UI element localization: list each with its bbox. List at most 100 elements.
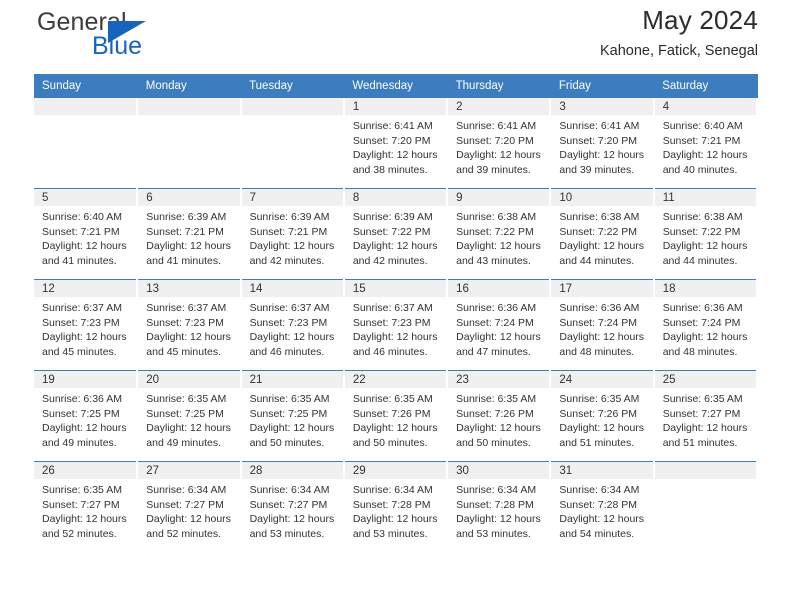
calendar-day-cell[interactable]: 17 Sunrise: 6:36 AM Sunset: 7:24 PM Dayligh… (550, 279, 655, 371)
sunrise-text: Sunrise: 6:35 AM (249, 393, 330, 405)
calendar-day-cell[interactable]: 13 Sunrise: 6:37 AM Sunset: 7:23 PM Dayligh… (137, 279, 242, 371)
day-number: 7 (241, 189, 343, 206)
daylight-text: Daylight: 12 hours and 49 minutes. (146, 422, 231, 449)
calendar-day-cell[interactable]: 5 Sunrise: 6:40 AM Sunset: 7:21 PM Daylight… (34, 188, 139, 280)
sunrise-text: Sunrise: 6:37 AM (249, 302, 330, 314)
day-details: Sunrise: 6:34 AM Sunset: 7:27 PM Daylight:… (242, 479, 343, 541)
calendar-day-cell[interactable]: 24 Sunrise: 6:35 AM Sunset: 7:26 PM Dayligh… (550, 370, 655, 462)
day-cell-content: 6 Sunrise: 6:39 AM Sunset: 7:21 PM Daylight… (138, 189, 240, 279)
sunrise-text: Sunrise: 6:41 AM (559, 120, 640, 132)
day-number: 29 (344, 462, 447, 479)
calendar-day-cell[interactable]: 6 Sunrise: 6:39 AM Sunset: 7:21 PM Daylight… (137, 188, 242, 280)
calendar-day-cell[interactable]: 22 Sunrise: 6:35 AM Sunset: 7:26 PM Dayligh… (343, 370, 449, 462)
day-number: 5 (34, 189, 137, 206)
day-number: 10 (551, 189, 653, 206)
day-number: 28 (241, 462, 343, 479)
calendar-day-cell[interactable]: 21 Sunrise: 6:35 AM Sunset: 7:25 PM Dayligh… (240, 370, 345, 462)
calendar-day-cell[interactable]: 23 Sunrise: 6:35 AM Sunset: 7:26 PM Dayligh… (447, 370, 552, 462)
day-cell-content: 28 Sunrise: 6:34 AM Sunset: 7:27 PM Dayligh… (241, 462, 343, 552)
calendar-day-cell[interactable]: 30 Sunrise: 6:34 AM Sunset: 7:28 PM Dayligh… (447, 461, 552, 552)
day-details: Sunrise: 6:34 AM Sunset: 7:28 PM Daylight:… (448, 479, 549, 541)
day-details: Sunrise: 6:40 AM Sunset: 7:21 PM Daylight:… (34, 206, 136, 268)
day-details: Sunrise: 6:38 AM Sunset: 7:22 PM Daylight:… (448, 206, 549, 268)
sunrise-text: Sunrise: 6:40 AM (42, 211, 122, 223)
daylight-text: Daylight: 12 hours and 53 minutes. (456, 513, 541, 540)
day-cell-content: 19 Sunrise: 6:36 AM Sunset: 7:25 PM Dayligh… (34, 371, 137, 461)
day-details: Sunrise: 6:34 AM Sunset: 7:28 PM Daylight:… (551, 479, 652, 541)
day-cell-content: 18 Sunrise: 6:36 AM Sunset: 7:24 PM Dayligh… (654, 280, 756, 370)
calendar-day-cell[interactable]: 4 Sunrise: 6:40 AM Sunset: 7:21 PM Daylight… (653, 98, 759, 189)
daylight-text: Daylight: 12 hours and 40 minutes. (662, 149, 748, 176)
calendar-day-cell[interactable]: 20 Sunrise: 6:35 AM Sunset: 7:25 PM Dayligh… (137, 370, 242, 462)
calendar-day-cell[interactable]: 19 Sunrise: 6:36 AM Sunset: 7:25 PM Dayligh… (34, 370, 139, 462)
calendar-day-cell[interactable]: 7 Sunrise: 6:39 AM Sunset: 7:21 PM Daylight… (240, 188, 345, 280)
title-block: May 2024 Kahone, Fatick, Senegal (600, 4, 758, 62)
day-details: Sunrise: 6:41 AM Sunset: 7:20 PM Daylight:… (551, 115, 652, 177)
calendar-day-cell[interactable]: 14 Sunrise: 6:37 AM Sunset: 7:23 PM Dayligh… (240, 279, 345, 371)
sunrise-text: Sunrise: 6:35 AM (456, 393, 537, 405)
day-number: 31 (551, 462, 653, 479)
daylight-text: Daylight: 12 hours and 45 minutes. (42, 331, 127, 358)
calendar-day-cell[interactable]: 15 Sunrise: 6:37 AM Sunset: 7:23 PM Dayligh… (343, 279, 449, 371)
calendar-day-cell[interactable]: 16 Sunrise: 6:36 AM Sunset: 7:24 PM Dayligh… (447, 279, 552, 371)
daylight-text: Daylight: 12 hours and 46 minutes. (249, 331, 335, 358)
sunset-text: Sunset: 7:20 PM (559, 134, 638, 147)
logo-text-blue: Blue (92, 32, 143, 60)
daylight-text: Daylight: 12 hours and 39 minutes. (559, 149, 645, 176)
sunset-text: Sunset: 7:21 PM (249, 225, 328, 238)
calendar-day-cell[interactable]: 1 Sunrise: 6:41 AM Sunset: 7:20 PM Daylight… (343, 98, 449, 189)
calendar-day-cell[interactable]: 27 Sunrise: 6:34 AM Sunset: 7:27 PM Dayligh… (137, 461, 242, 552)
sunset-text: Sunset: 7:26 PM (456, 407, 534, 420)
sunset-text: Sunset: 7:23 PM (249, 316, 328, 329)
day-details: Sunrise: 6:35 AM Sunset: 7:26 PM Daylight:… (345, 388, 446, 450)
calendar-week-row: 19 Sunrise: 6:36 AM Sunset: 7:25 PM Dayligh… (34, 370, 759, 462)
day-details: Sunrise: 6:34 AM Sunset: 7:28 PM Daylight:… (345, 479, 446, 541)
calendar-day-cell[interactable]: 26 Sunrise: 6:35 AM Sunset: 7:27 PM Dayligh… (34, 461, 139, 552)
day-number: 19 (34, 371, 137, 388)
sunrise-text: Sunrise: 6:38 AM (456, 211, 537, 223)
calendar-day-cell[interactable]: 9 Sunrise: 6:38 AM Sunset: 7:22 PM Daylight… (447, 188, 552, 280)
day-details: Sunrise: 6:37 AM Sunset: 7:23 PM Daylight:… (242, 297, 343, 359)
logo[interactable]: General Blue (34, 8, 224, 66)
calendar-day-cell[interactable]: 28 Sunrise: 6:34 AM Sunset: 7:27 PM Dayligh… (240, 461, 345, 552)
day-number: 21 (241, 371, 343, 388)
sunset-text: Sunset: 7:22 PM (559, 225, 638, 238)
day-number: 9 (448, 189, 550, 206)
day-cell-content: 2 Sunrise: 6:41 AM Sunset: 7:20 PM Daylight… (448, 98, 550, 188)
calendar-week-row: 5 Sunrise: 6:40 AM Sunset: 7:21 PM Daylight… (34, 188, 759, 280)
calendar-day-cell[interactable]: 2 Sunrise: 6:41 AM Sunset: 7:20 PM Daylight… (447, 98, 552, 189)
calendar-day-cell[interactable]: 29 Sunrise: 6:34 AM Sunset: 7:28 PM Dayligh… (343, 461, 449, 552)
sunrise-text: Sunrise: 6:36 AM (42, 393, 122, 405)
calendar-day-cell[interactable]: 25 Sunrise: 6:35 AM Sunset: 7:27 PM Dayligh… (653, 370, 759, 462)
sunset-text: Sunset: 7:25 PM (146, 407, 224, 420)
day-number: 22 (344, 371, 447, 388)
sunset-text: Sunset: 7:24 PM (662, 316, 741, 329)
daylight-text: Daylight: 12 hours and 52 minutes. (42, 513, 127, 540)
calendar-day-cell[interactable]: 3 Sunrise: 6:41 AM Sunset: 7:20 PM Daylight… (550, 98, 655, 189)
calendar-day-cell[interactable]: 31 Sunrise: 6:34 AM Sunset: 7:28 PM Dayligh… (550, 461, 655, 552)
calendar-day-cell[interactable]: 11 Sunrise: 6:38 AM Sunset: 7:22 PM Dayligh… (653, 188, 759, 280)
day-number: 15 (344, 280, 447, 297)
sunset-text: Sunset: 7:27 PM (42, 498, 120, 511)
sunset-text: Sunset: 7:27 PM (662, 407, 741, 420)
day-details: Sunrise: 6:34 AM Sunset: 7:27 PM Daylight:… (138, 479, 239, 541)
sunrise-text: Sunrise: 6:35 AM (42, 484, 122, 496)
day-number: 25 (654, 371, 756, 388)
daylight-text: Daylight: 12 hours and 39 minutes. (456, 149, 541, 176)
sunset-text: Sunset: 7:23 PM (42, 316, 120, 329)
day-cell-content: 31 Sunrise: 6:34 AM Sunset: 7:28 PM Dayligh… (551, 462, 653, 552)
calendar-empty-cell (34, 98, 139, 189)
daylight-text: Daylight: 12 hours and 41 minutes. (146, 240, 231, 267)
day-details: Sunrise: 6:37 AM Sunset: 7:23 PM Daylight:… (34, 297, 136, 359)
daylight-text: Daylight: 12 hours and 49 minutes. (42, 422, 127, 449)
day-details: Sunrise: 6:40 AM Sunset: 7:21 PM Daylight:… (655, 115, 756, 177)
calendar-day-cell[interactable]: 18 Sunrise: 6:36 AM Sunset: 7:24 PM Dayligh… (653, 279, 759, 371)
day-details: Sunrise: 6:38 AM Sunset: 7:22 PM Daylight:… (655, 206, 756, 268)
day-number: 3 (551, 98, 653, 115)
calendar-day-cell[interactable]: 12 Sunrise: 6:37 AM Sunset: 7:23 PM Dayligh… (34, 279, 139, 371)
weekday-header-thursday: Thursday (447, 74, 551, 98)
calendar-day-cell[interactable]: 10 Sunrise: 6:38 AM Sunset: 7:22 PM Dayligh… (550, 188, 655, 280)
day-number (654, 462, 756, 479)
sunrise-text: Sunrise: 6:39 AM (146, 211, 227, 223)
calendar-day-cell[interactable]: 8 Sunrise: 6:39 AM Sunset: 7:22 PM Daylight… (343, 188, 449, 280)
